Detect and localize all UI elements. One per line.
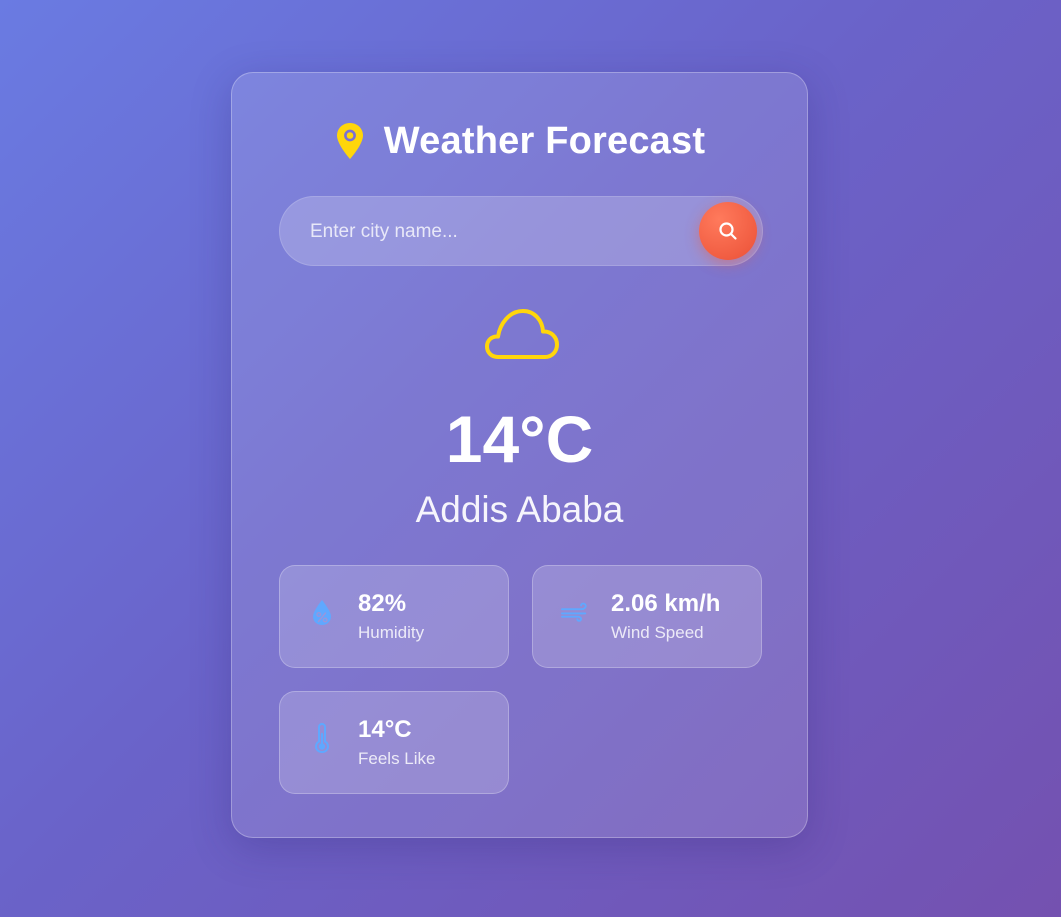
search-bar [279,196,763,267]
cloud-icon [485,309,559,359]
map-pin-icon [336,123,363,159]
app-header: Weather Forecast [232,119,807,163]
feels-like-value: 14°C [358,716,412,743]
app-title: Weather Forecast [383,119,706,162]
wind-speed-label: Wind Speed [611,623,704,642]
wind-icon [561,596,589,628]
current-temperature: 14°C [445,402,594,476]
city-name: Addis Ababa [415,489,624,530]
weather-card: Weather Forecast 14°C Addis Ababa 82% Hu… [231,72,808,838]
humidity-drop-icon [308,596,336,628]
humidity-label: Humidity [358,623,425,642]
city-search-input[interactable] [308,197,692,267]
search-button[interactable] [699,202,757,260]
feels-like-label: Feels Like [358,749,436,768]
wind-speed-card: 2.06 km/h Wind Speed [532,565,762,668]
search-icon [719,222,737,240]
humidity-card: 82% Humidity [279,565,509,668]
thermometer-icon [308,722,336,754]
feels-like-card: 14°C Feels Like [279,691,509,794]
humidity-value: 82% [358,590,407,617]
wind-speed-value: 2.06 km/h [611,590,721,617]
